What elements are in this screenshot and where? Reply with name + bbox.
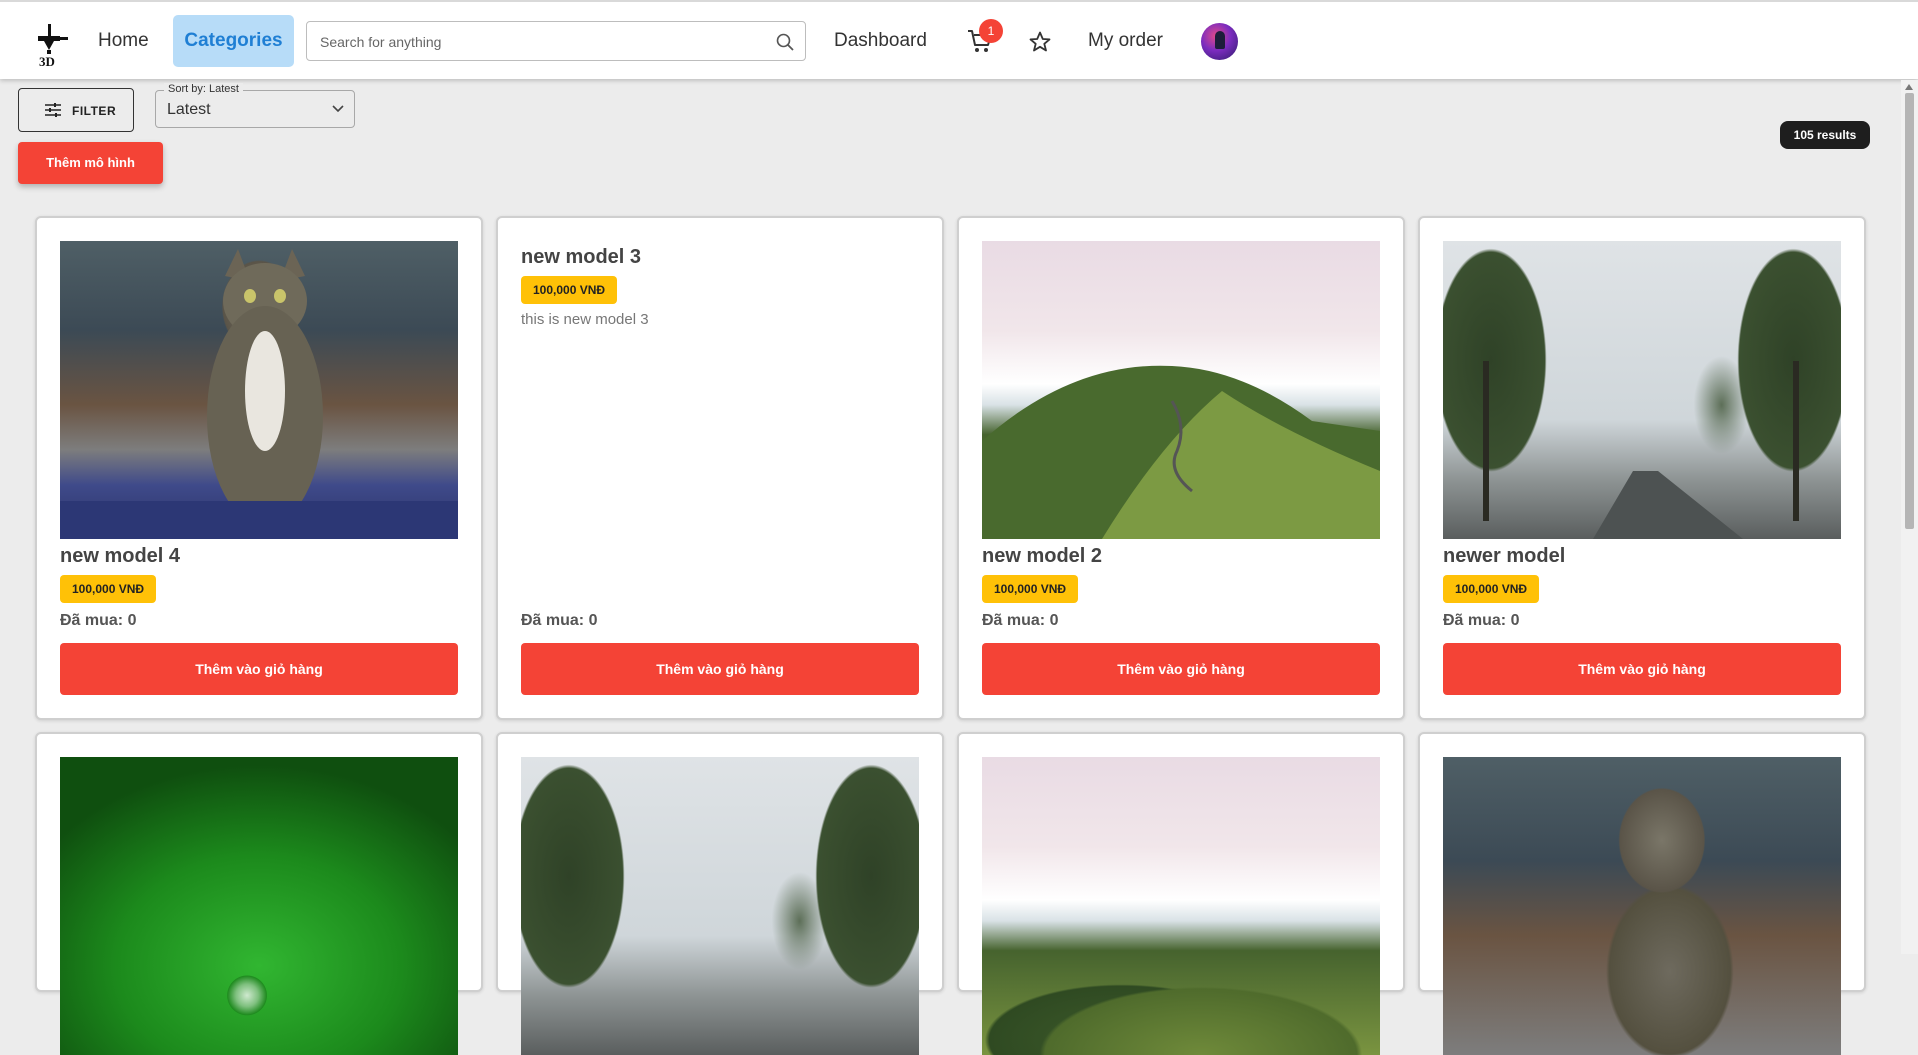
sort-label: Sort by: Latest [164, 83, 243, 95]
product-title[interactable]: new model 3 [521, 246, 641, 269]
nav-categories-link[interactable]: Categories [173, 15, 294, 67]
3d-printer-logo-icon[interactable]: 3D [30, 22, 74, 68]
add-model-button[interactable]: Thêm mô hình [18, 142, 163, 184]
product-image[interactable] [60, 757, 458, 1055]
product-image[interactable] [982, 757, 1380, 1055]
product-card[interactable] [1418, 732, 1866, 1055]
product-card[interactable]: new model 3 100,000 VNĐ this is new mode… [496, 216, 944, 720]
scroll-up-arrow-icon[interactable] [1905, 84, 1913, 90]
purchase-count: Đã mua: 0 [521, 612, 598, 629]
nav-home-link[interactable]: Home [98, 30, 149, 52]
sort-select[interactable]: Sort by: Latest Latest [155, 83, 355, 128]
search-box [306, 21, 806, 61]
filter-button[interactable]: FILTER [18, 88, 134, 132]
add-to-cart-button[interactable]: Thêm vào giỏ hàng [1443, 643, 1841, 695]
product-card[interactable]: newer model 100,000 VNĐ Đã mua: 0 Thêm v… [1418, 216, 1866, 720]
product-image[interactable] [1443, 241, 1841, 539]
price-badge: 100,000 VNĐ [60, 575, 157, 603]
search-input[interactable] [320, 32, 760, 52]
product-card[interactable] [957, 732, 1405, 1055]
results-count-badge: 105 results [1780, 121, 1870, 149]
star-icon[interactable] [1028, 30, 1052, 54]
user-avatar[interactable] [1201, 23, 1238, 60]
product-title[interactable]: new model 4 [60, 545, 180, 568]
foggy-hills-image [982, 365, 1380, 539]
sort-value: Latest [167, 101, 211, 118]
product-title[interactable]: new model 2 [982, 545, 1102, 568]
product-card[interactable]: new model 2 100,000 VNĐ Đã mua: 0 Thêm v… [957, 216, 1405, 720]
top-navbar: 3D Home Categories Dashboard 1 My order [0, 0, 1918, 79]
nav-dashboard-link[interactable]: Dashboard [834, 30, 927, 52]
search-icon[interactable] [775, 32, 795, 52]
product-image[interactable] [521, 757, 919, 1055]
cart-count-badge: 1 [979, 19, 1003, 43]
chevron-down-icon [332, 105, 344, 113]
purchase-count: Đã mua: 0 [60, 612, 137, 629]
price-badge: 100,000 VNĐ [521, 276, 618, 304]
product-card[interactable]: new model 4 100,000 VNĐ Đã mua: 0 Thêm v… [35, 216, 483, 720]
price-badge: 100,000 VNĐ [982, 575, 1079, 603]
product-description: this is new model 3 [521, 311, 649, 328]
purchase-count: Đã mua: 0 [1443, 612, 1520, 629]
product-image[interactable] [1443, 757, 1841, 1055]
add-to-cart-button[interactable]: Thêm vào giỏ hàng [521, 643, 919, 695]
add-to-cart-button[interactable]: Thêm vào giỏ hàng [982, 643, 1380, 695]
filter-sliders-icon [45, 103, 61, 117]
product-card[interactable] [496, 732, 944, 1055]
product-title[interactable]: newer model [1443, 545, 1565, 568]
tree-lined-road-image [1483, 361, 1799, 539]
nav-my-order-link[interactable]: My order [1088, 30, 1163, 52]
svg-text:3D: 3D [39, 54, 55, 68]
product-image[interactable] [982, 241, 1380, 539]
product-card[interactable] [35, 732, 483, 1055]
filter-label: FILTER [72, 104, 117, 118]
price-badge: 100,000 VNĐ [1443, 575, 1540, 603]
purchase-count: Đã mua: 0 [982, 612, 1059, 629]
product-image[interactable] [60, 241, 458, 539]
scrollbar-thumb[interactable] [1905, 93, 1914, 529]
add-to-cart-button[interactable]: Thêm vào giỏ hàng [60, 643, 458, 695]
tabby-cat-image [60, 249, 458, 539]
